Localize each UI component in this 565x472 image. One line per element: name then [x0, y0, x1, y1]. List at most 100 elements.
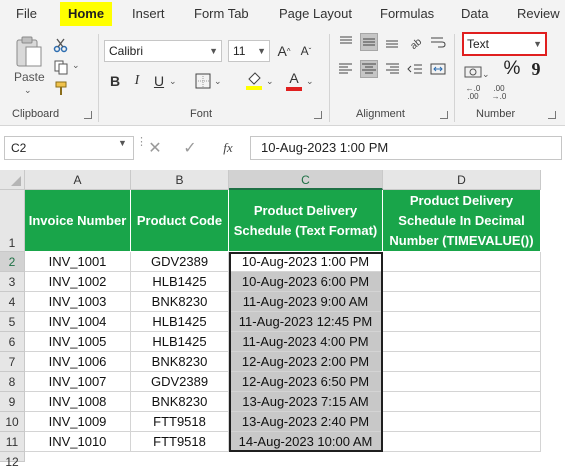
cell-c3[interactable]: 10-Aug-2023 6:00 PM: [229, 272, 383, 292]
align-right-icon[interactable]: [383, 60, 401, 78]
cell-b7[interactable]: BNK8230: [131, 352, 229, 372]
row-header-8[interactable]: 8: [0, 372, 25, 392]
font-color-icon[interactable]: A: [284, 70, 304, 92]
header-cell-c[interactable]: Product Delivery Schedule (Text Format): [229, 190, 383, 252]
column-header-d[interactable]: D: [383, 170, 541, 190]
cell-c7[interactable]: 12-Aug-2023 2:00 PM: [229, 352, 383, 372]
paste-label[interactable]: Paste: [14, 70, 45, 84]
column-header-b[interactable]: B: [131, 170, 229, 190]
row-header-9[interactable]: 9: [0, 392, 25, 412]
copy-dropdown-icon[interactable]: ⌄: [72, 60, 80, 71]
accounting-format-icon[interactable]: ⌄: [462, 62, 490, 82]
cell-a2[interactable]: INV_1001: [25, 252, 131, 272]
name-box[interactable]: C2: [4, 136, 134, 160]
column-header-c[interactable]: C: [229, 170, 383, 190]
cell-b8[interactable]: GDV2389: [131, 372, 229, 392]
row-header-11[interactable]: 11: [0, 432, 25, 452]
top-align-icon[interactable]: [337, 33, 355, 51]
name-box-dropdown-icon[interactable]: ▼: [118, 138, 127, 148]
tab-data[interactable]: Data: [461, 6, 488, 22]
borders-icon[interactable]: [194, 72, 212, 90]
cell-c10[interactable]: 13-Aug-2023 2:40 PM: [229, 412, 383, 432]
underline-icon[interactable]: U: [150, 72, 168, 90]
row-header-6[interactable]: 6: [0, 332, 25, 352]
align-center-icon[interactable]: [360, 60, 378, 78]
cell-a5[interactable]: INV_1004: [25, 312, 131, 332]
fill-color-dropdown-icon[interactable]: ⌄: [266, 76, 274, 87]
cell-d7[interactable]: [383, 352, 541, 372]
row-header-3[interactable]: 3: [0, 272, 25, 292]
tab-page-layout[interactable]: Page Layout: [279, 6, 352, 22]
cell-b10[interactable]: FTT9518: [131, 412, 229, 432]
header-cell-d[interactable]: Product Delivery Schedule In Decimal Num…: [383, 190, 541, 252]
tab-file[interactable]: File: [16, 6, 37, 22]
tab-insert[interactable]: Insert: [132, 6, 165, 22]
merge-center-icon[interactable]: [429, 60, 447, 78]
column-header-a[interactable]: A: [25, 170, 131, 190]
header-cell-b[interactable]: Product Code: [131, 190, 229, 252]
cell-d6[interactable]: [383, 332, 541, 352]
cell-d3[interactable]: [383, 272, 541, 292]
cancel-icon[interactable]: ✕: [146, 139, 164, 157]
copy-icon[interactable]: [52, 58, 70, 76]
cell-d2[interactable]: [383, 252, 541, 272]
cell-c5[interactable]: 11-Aug-2023 12:45 PM: [229, 312, 383, 332]
insert-function-icon[interactable]: fx: [217, 139, 239, 157]
decrease-indent-icon[interactable]: [406, 60, 424, 78]
cell-b4[interactable]: BNK8230: [131, 292, 229, 312]
comma-style-icon[interactable]: 9: [528, 58, 544, 80]
font-launcher-icon[interactable]: [314, 111, 322, 119]
cell-a10[interactable]: INV_1009: [25, 412, 131, 432]
header-cell-a[interactable]: Invoice Number: [25, 190, 131, 252]
tab-form-tab[interactable]: Form Tab: [194, 6, 249, 22]
alignment-launcher-icon[interactable]: [440, 111, 448, 119]
font-size-select[interactable]: 11 ▼: [228, 40, 270, 62]
fill-color-icon[interactable]: [244, 70, 264, 92]
formula-input[interactable]: 10-Aug-2023 1:00 PM: [250, 136, 562, 160]
cell-a7[interactable]: INV_1006: [25, 352, 131, 372]
borders-dropdown-icon[interactable]: ⌄: [214, 76, 222, 87]
row-header-1[interactable]: 1: [0, 190, 25, 252]
increase-decimal-icon[interactable]: ←.0.00: [463, 84, 483, 102]
bottom-align-icon[interactable]: [383, 33, 401, 51]
paste-dropdown-icon[interactable]: ⌄: [24, 85, 32, 96]
cell-d5[interactable]: [383, 312, 541, 332]
cell-d11[interactable]: [383, 432, 541, 452]
cell-a11[interactable]: INV_1010: [25, 432, 131, 452]
row-header-12[interactable]: 12: [0, 452, 25, 469]
cut-icon[interactable]: [52, 36, 70, 54]
cell-d8[interactable]: [383, 372, 541, 392]
cell-c9[interactable]: 13-Aug-2023 7:15 AM: [229, 392, 383, 412]
row-header-5[interactable]: 5: [0, 312, 25, 332]
cell-b6[interactable]: HLB1425: [131, 332, 229, 352]
underline-dropdown-icon[interactable]: ⌄: [169, 76, 177, 87]
wrap-text-icon[interactable]: [429, 33, 447, 51]
italic-icon[interactable]: I: [128, 72, 146, 90]
number-launcher-icon[interactable]: [548, 111, 556, 119]
cell-d9[interactable]: [383, 392, 541, 412]
cell-c4[interactable]: 11-Aug-2023 9:00 AM: [229, 292, 383, 312]
cell-b5[interactable]: HLB1425: [131, 312, 229, 332]
enter-icon[interactable]: ✓: [181, 139, 199, 157]
font-color-dropdown-icon[interactable]: ⌄: [306, 76, 314, 87]
row-header-2[interactable]: 2: [0, 252, 25, 272]
increase-font-size-icon[interactable]: A ^: [275, 42, 293, 60]
percent-style-icon[interactable]: %: [502, 58, 522, 80]
cell-a9[interactable]: INV_1008: [25, 392, 131, 412]
cell-d4[interactable]: [383, 292, 541, 312]
middle-align-icon[interactable]: [360, 33, 378, 51]
cell-d10[interactable]: [383, 412, 541, 432]
clipboard-launcher-icon[interactable]: [84, 111, 92, 119]
cell-b9[interactable]: BNK8230: [131, 392, 229, 412]
cell-b11[interactable]: FTT9518: [131, 432, 229, 452]
number-format-select[interactable]: Text ▼: [462, 32, 547, 56]
row-header-10[interactable]: 10: [0, 412, 25, 432]
paste-icon[interactable]: [12, 34, 46, 70]
select-all-button[interactable]: [0, 170, 25, 190]
cell-c8[interactable]: 12-Aug-2023 6:50 PM: [229, 372, 383, 392]
row-header-7[interactable]: 7: [0, 352, 25, 372]
format-painter-icon[interactable]: [52, 80, 70, 98]
decrease-decimal-icon[interactable]: .00 →.0: [489, 84, 509, 102]
cell-b3[interactable]: HLB1425: [131, 272, 229, 292]
orientation-icon[interactable]: ab: [406, 33, 424, 52]
